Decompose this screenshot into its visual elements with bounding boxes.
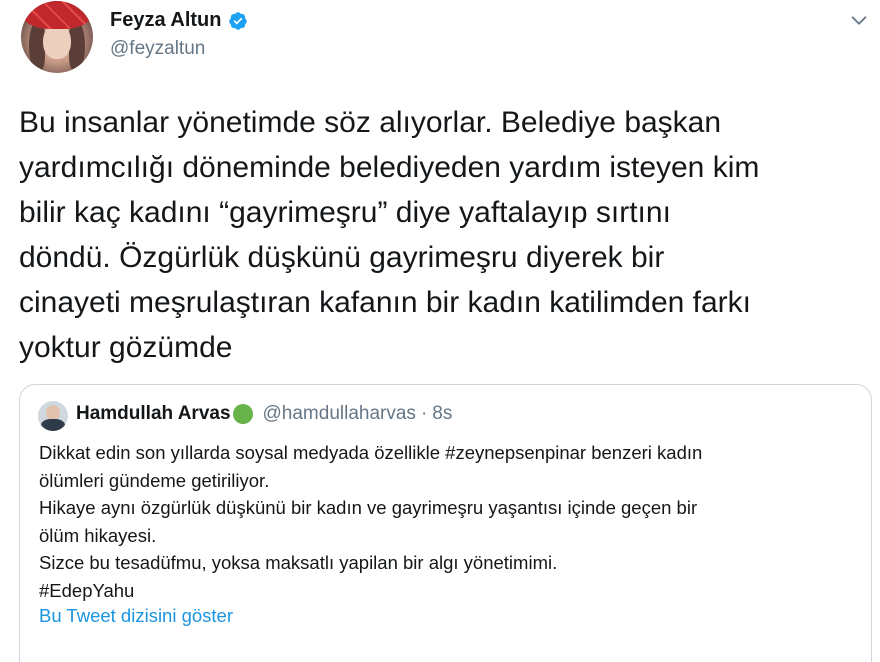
- tweet-text-line: cinayeti meşrulaştıran kafanın bir kadın…: [19, 286, 751, 319]
- quoted-text-line: Hikaye aynı özgürlük düşkünü bir kadın v…: [39, 497, 698, 518]
- quoted-text-line: Sizce bu tesadüfmu, yoksa maksatlı yapil…: [39, 552, 558, 573]
- tweet-text-line: bilir kaç kadını “gayrimeşru” diye yafta…: [19, 196, 671, 229]
- quoted-author-avatar[interactable]: [38, 401, 68, 431]
- author-name-row[interactable]: Feyza Altun: [110, 9, 248, 32]
- quoted-text-line: ölümleri gündeme getiriliyor.: [39, 469, 270, 491]
- show-thread-link[interactable]: Bu Tweet dizisini göster: [39, 605, 233, 627]
- green-circle-icon: [232, 404, 253, 424]
- tweet: Feyza Altun @feyzaltun Bu insanlar yönet…: [0, 0, 880, 662]
- tweet-text-line: yoktur gözümde: [19, 331, 233, 364]
- quoted-text-line: #EdepYahu: [39, 579, 135, 601]
- tweet-text: Bu insanlar yönetimde söz alıyorlar. Bel…: [19, 100, 874, 370]
- quoted-author-handle[interactable]: @hamdullaharvas: [263, 403, 416, 425]
- tweet-text-line: Bu insanlar yönetimde söz alıyorlar. Bel…: [19, 106, 722, 139]
- quoted-tweet-time[interactable]: 8s: [432, 403, 452, 425]
- author-avatar[interactable]: [21, 1, 93, 73]
- quoted-tweet-card[interactable]: Hamdullah Arvas @hamdullaharvas · 8s Dik…: [19, 384, 872, 662]
- header-separator: ·: [420, 403, 428, 424]
- quoted-author-name[interactable]: Hamdullah Arvas: [76, 403, 231, 425]
- tweet-text-line: yardımcılığı döneminde belediyeden yardı…: [19, 151, 760, 184]
- author-handle[interactable]: @feyzaltun: [110, 38, 205, 60]
- verified-badge-icon: [228, 11, 247, 30]
- quoted-tweet-header: Hamdullah Arvas @hamdullaharvas · 8s: [76, 403, 452, 425]
- author-name[interactable]: Feyza Altun: [110, 9, 222, 32]
- quoted-text-line: Dikkat edin son yıllarda soysal medyada …: [39, 442, 703, 463]
- chevron-down-icon[interactable]: [848, 10, 870, 32]
- quoted-tweet-text: Dikkat edin son yıllarda soysal medyada …: [39, 439, 859, 604]
- quoted-text-line: ölüm hikayesi.: [39, 524, 157, 546]
- tweet-text-line: döndü. Özgürlük düşkünü gayrimeşru diyer…: [19, 241, 665, 274]
